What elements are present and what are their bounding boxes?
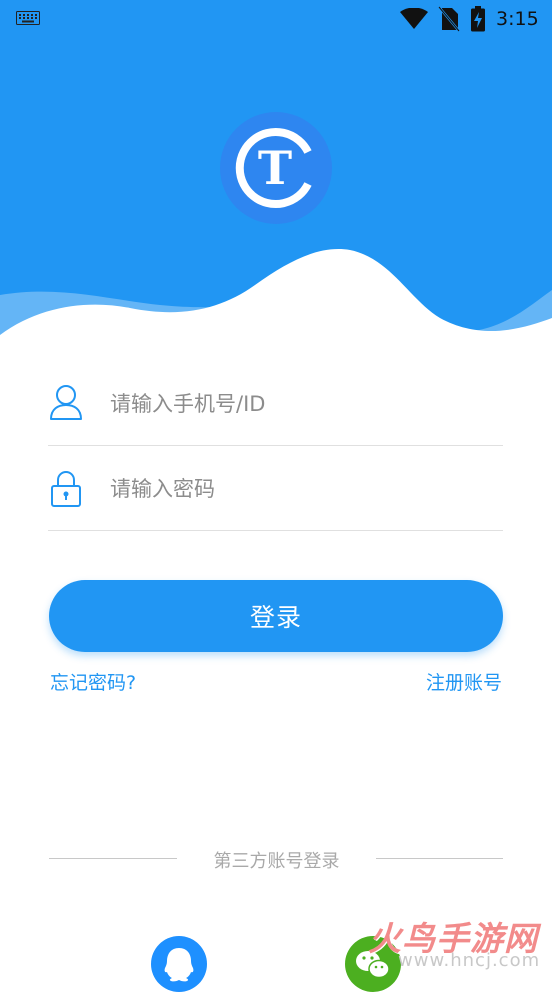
password-field-row	[48, 446, 503, 531]
watermark-url: www.hncj.com	[398, 950, 541, 971]
third-party-login-label: 第三方账号登录	[213, 851, 340, 872]
lock-icon	[51, 471, 81, 507]
status-bar: 3:15	[0, 0, 552, 40]
username-input[interactable]	[108, 383, 492, 425]
logo-letter: T	[258, 141, 292, 195]
register-link[interactable]: 注册账号	[426, 668, 502, 695]
app-logo: T	[220, 112, 332, 224]
password-input[interactable]	[108, 468, 492, 510]
wifi-icon	[400, 8, 428, 29]
watermark: 火鸟手游网 www.hncj.com	[368, 912, 548, 978]
status-time: 3:15	[496, 8, 539, 30]
qq-login-button[interactable]	[151, 936, 207, 992]
battery-charging-icon	[471, 6, 485, 32]
user-icon	[50, 385, 82, 420]
login-button[interactable]: 登录	[49, 580, 503, 652]
no-sim-icon	[438, 6, 460, 32]
forgot-password-link[interactable]: 忘记密码?	[50, 668, 136, 695]
username-field-row	[48, 361, 503, 446]
divider-right	[376, 858, 503, 859]
divider-left	[49, 858, 177, 859]
keyboard-icon	[16, 11, 40, 25]
